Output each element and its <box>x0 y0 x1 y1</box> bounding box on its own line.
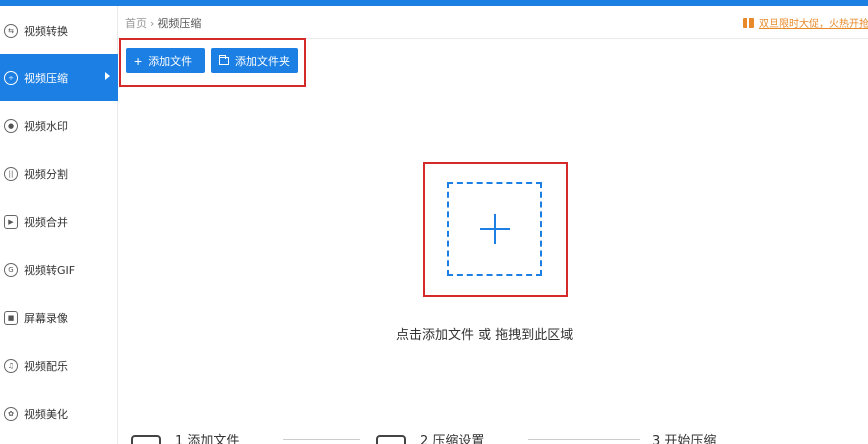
record-icon: ■ <box>4 310 18 325</box>
gif-icon: G <box>4 262 18 277</box>
step-compress-settings: 2 压缩设置 <box>376 430 484 444</box>
step-add-file: 1 添加文件 <box>131 430 239 444</box>
step-label: 1 添加文件 <box>175 434 240 444</box>
sidebar-item-label: 视频分割 <box>24 167 68 181</box>
add-folder-label: 添加文件夹 <box>235 55 290 68</box>
sidebar-item-label: 视频转换 <box>24 24 68 38</box>
sidebar-item-label: 视频美化 <box>24 407 68 421</box>
settings-icon <box>376 435 406 444</box>
dropzone-hint: 点击添加文件 或 拖拽到此区域 <box>396 328 574 343</box>
step-start-compress: 3 开始压缩 <box>652 430 716 444</box>
sidebar-item-split[interactable]: || 视频分割 <box>0 150 118 197</box>
sidebar-item-beautify[interactable]: ✿ 视频美化 <box>0 390 118 437</box>
merge-icon: ▶ <box>4 214 18 229</box>
sidebar-item-label: 视频合并 <box>24 215 68 229</box>
sidebar-item-gif[interactable]: G 视频转GIF <box>0 246 118 293</box>
add-file-label: 添加文件 <box>148 55 193 68</box>
breadcrumb: 首页 › 视频压缩 <box>125 15 201 31</box>
sidebar-item-label: 视频水印 <box>24 119 68 133</box>
breadcrumb-current: 视频压缩 <box>157 17 202 30</box>
sidebar-item-record[interactable]: ■ 屏幕录像 <box>0 294 118 341</box>
compress-icon: ÷ <box>4 70 18 85</box>
beautify-icon: ✿ <box>4 406 18 421</box>
sidebar: ⇆ 视频转换 ÷ 视频压缩 ● 视频水印 || 视频分割 ▶ 视频合并 G 视频… <box>0 6 118 444</box>
breadcrumb-home[interactable]: 首页 <box>125 15 147 31</box>
file-icon <box>131 435 161 444</box>
sidebar-item-compress[interactable]: ÷ 视频压缩 <box>0 54 118 101</box>
breadcrumb-separator: › <box>150 16 155 30</box>
sidebar-item-music[interactable]: ♫ 视频配乐 <box>0 342 118 389</box>
sidebar-item-label: 视频转GIF <box>24 263 76 277</box>
music-icon: ♫ <box>4 358 18 373</box>
step-label: 2 压缩设置 <box>420 434 485 444</box>
add-folder-button[interactable]: 添加文件夹 <box>211 48 298 73</box>
top-accent-bar <box>0 0 868 6</box>
step-connector <box>283 439 360 440</box>
watermark-icon: ● <box>4 118 18 133</box>
add-icon-vertical[interactable] <box>494 214 496 244</box>
sidebar-item-label: 视频压缩 <box>24 71 68 85</box>
promo-text[interactable]: 双旦限时大促，火热开抢 <box>759 15 868 30</box>
chevron-right-icon <box>105 72 110 80</box>
step-label: 3 开始压缩 <box>652 434 717 444</box>
sidebar-item-label: 屏幕录像 <box>24 311 68 325</box>
add-file-button[interactable]: + 添加文件 <box>126 48 205 73</box>
sidebar-item-merge[interactable]: ▶ 视频合并 <box>0 198 118 245</box>
sidebar-item-watermark[interactable]: ● 视频水印 <box>0 102 118 149</box>
split-icon: || <box>4 166 18 181</box>
plus-icon: + <box>134 52 143 69</box>
folder-icon <box>219 54 229 65</box>
sidebar-item-label: 视频配乐 <box>24 359 68 373</box>
sidebar-item-convert[interactable]: ⇆ 视频转换 <box>0 7 118 54</box>
promo-link[interactable]: 双旦限时大促，火热开抢 <box>743 15 868 30</box>
gift-icon <box>743 17 754 28</box>
step-connector <box>528 439 640 440</box>
convert-icon: ⇆ <box>4 23 18 38</box>
